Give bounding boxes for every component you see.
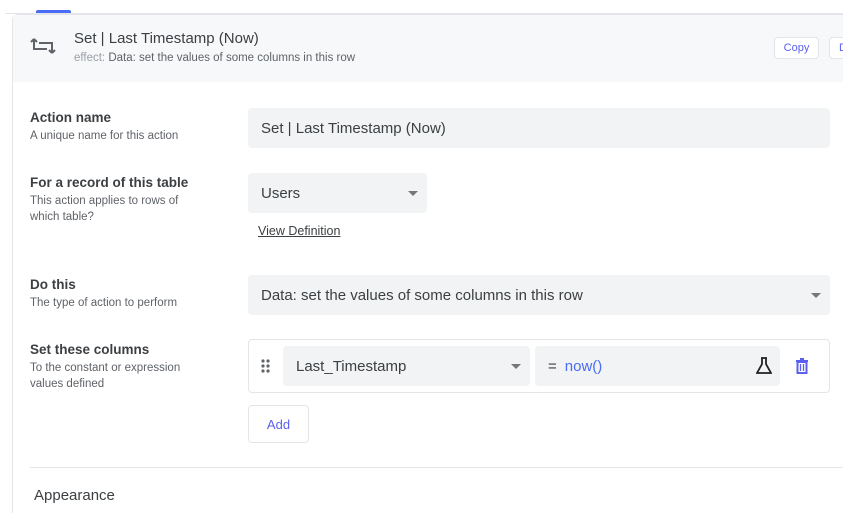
action-type-select[interactable]: Data: set the values of some columns in …	[248, 275, 830, 315]
table-label: For a record of this table	[30, 175, 189, 190]
section-divider	[30, 467, 843, 468]
repeat-icon	[30, 38, 56, 54]
action-type-value: Data: set the values of some columns in …	[261, 286, 583, 304]
trash-icon[interactable]	[795, 358, 809, 374]
action-name-input[interactable]: Set | Last Timestamp (Now)	[248, 108, 830, 148]
set-columns-label: Set these columns	[30, 342, 150, 357]
column-select-value: Last_Timestamp	[296, 357, 407, 375]
do-this-label: Do this	[30, 277, 76, 292]
action-header	[13, 15, 843, 82]
action-effect: effect: Data: set the values of some col…	[74, 52, 355, 64]
copy-button[interactable]: Copy	[774, 37, 819, 59]
effect-value: Data: set the values of some columns in …	[108, 52, 356, 64]
do-this-description: The type of action to perform	[30, 297, 178, 309]
second-header-button[interactable]: D	[829, 37, 843, 59]
column-select[interactable]: Last_Timestamp	[283, 346, 530, 386]
chevron-down-icon	[408, 191, 418, 196]
expression-input[interactable]: = now()	[535, 346, 780, 386]
table-description: This action applies to rows of which tab…	[30, 195, 179, 223]
action-card	[12, 14, 843, 513]
action-name-label: Action name	[30, 110, 112, 125]
chevron-down-icon	[511, 364, 521, 369]
action-name-description: A unique name for this action	[30, 130, 179, 142]
view-definition-link[interactable]: View Definition	[258, 224, 340, 238]
action-title: Set | Last Timestamp (Now)	[74, 30, 259, 47]
expression-value: now()	[564, 357, 603, 375]
chevron-down-icon	[811, 293, 821, 298]
table-select-value: Users	[261, 184, 301, 202]
table-select[interactable]: Users	[248, 173, 427, 213]
add-column-button[interactable]: Add	[248, 405, 309, 443]
appearance-section-title[interactable]: Appearance	[34, 487, 115, 504]
set-columns-description: To the constant or expression values def…	[30, 362, 181, 390]
drag-handle-icon[interactable]	[261, 359, 271, 373]
flask-icon[interactable]	[756, 357, 772, 374]
equals-sign: =	[548, 357, 557, 375]
effect-key: effect:	[74, 52, 106, 64]
